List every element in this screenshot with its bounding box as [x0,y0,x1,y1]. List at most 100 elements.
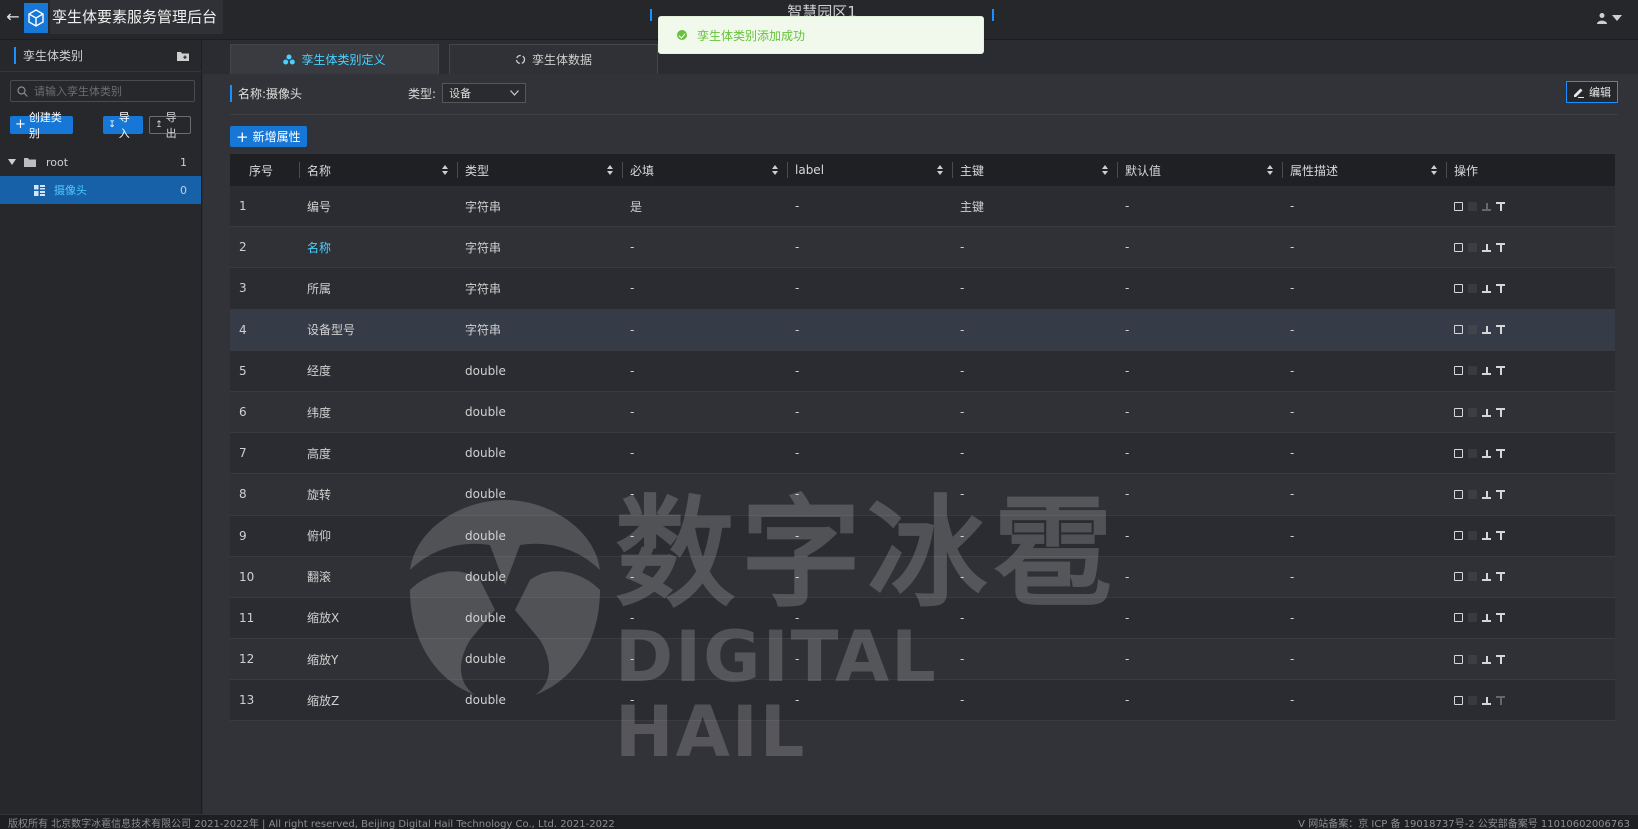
copy-icon[interactable] [1454,366,1463,376]
type-select[interactable]: 设备 [442,83,527,103]
header-primary-key[interactable]: 主键 [952,154,1117,186]
move-top-icon[interactable] [1496,242,1505,252]
copy-icon[interactable] [1454,572,1463,582]
move-up-icon[interactable] [1482,572,1491,582]
delete-icon[interactable] [1468,366,1477,376]
move-up-icon[interactable] [1482,613,1491,623]
table-row[interactable]: 11 缩放X double - - - - - [230,597,1615,640]
cell-default: - [1125,652,1130,667]
copy-icon[interactable] [1454,448,1463,458]
copy-icon[interactable] [1454,531,1463,541]
delete-icon[interactable] [1468,407,1477,417]
copy-icon[interactable] [1454,613,1463,623]
table-row[interactable]: 7 高度 double - - - - - [230,433,1615,475]
delete-icon[interactable] [1468,283,1477,293]
move-top-icon[interactable] [1496,572,1505,582]
tab-twin-data[interactable]: 孪生体数据 [449,44,658,74]
move-up-icon[interactable] [1482,325,1491,335]
table-row[interactable]: 8 旋转 double - - - - - [230,474,1615,516]
copy-icon[interactable] [1454,201,1463,211]
move-up-icon[interactable] [1482,243,1491,252]
sort-icon[interactable] [937,165,944,175]
sort-icon[interactable] [772,165,779,175]
cell-required: - [630,652,635,667]
folder-add-icon[interactable] [177,51,189,61]
move-top-icon[interactable] [1496,283,1505,293]
move-up-icon[interactable] [1482,449,1491,458]
move-up-icon[interactable] [1482,696,1491,705]
create-category-button[interactable]: + 创建类别 [10,111,74,140]
move-up-icon[interactable] [1482,366,1491,376]
copy-icon[interactable] [1454,242,1463,252]
table-row[interactable]: 6 纬度 double - - - - - [230,391,1615,434]
sort-icon[interactable] [1102,165,1109,175]
add-attribute-button[interactable]: + 新增属性 [230,126,307,147]
back-arrow-icon[interactable]: ← [4,8,22,26]
move-up-icon[interactable] [1482,284,1491,293]
move-up-icon[interactable] [1482,531,1491,541]
copy-icon[interactable] [1454,325,1463,335]
delete-icon[interactable] [1468,613,1477,623]
export-button[interactable]: ↥ 导出 [149,111,192,140]
move-top-icon[interactable] [1496,201,1505,211]
move-top-icon[interactable] [1496,325,1505,335]
delete-icon[interactable] [1468,695,1477,705]
export-icon: ↥ [155,120,163,130]
delete-icon[interactable] [1468,654,1477,664]
table-row[interactable]: 4 设备型号 字符串 - - - - - [230,309,1615,351]
header-name[interactable]: 名称 [299,154,457,186]
move-top-icon[interactable] [1496,407,1505,417]
move-top-icon[interactable] [1496,531,1505,541]
table-row[interactable]: 5 经度 double - - - - - [230,350,1615,392]
delete-icon[interactable] [1468,242,1477,252]
delete-icon[interactable] [1468,489,1477,499]
delete-icon[interactable] [1468,325,1477,335]
table-row[interactable]: 10 翻滚 double - - - - - [230,556,1615,598]
header-label-col[interactable]: label [787,154,952,186]
table-row[interactable]: 2 名称 字符串 - - - - - [230,227,1615,269]
move-up-icon[interactable] [1482,655,1491,664]
tab-category-definition[interactable]: 孪生体类别定义 [230,44,439,74]
move-top-icon[interactable] [1496,448,1505,458]
copy-icon[interactable] [1454,407,1463,417]
move-top-icon[interactable] [1496,695,1505,705]
delete-icon[interactable] [1468,572,1477,582]
caret-down-icon[interactable] [8,159,16,165]
copy-icon[interactable] [1454,489,1463,499]
header-type[interactable]: 类型 [457,154,622,186]
import-button[interactable]: ↧ 导入 [103,111,144,140]
move-top-icon[interactable] [1496,613,1505,623]
move-top-icon[interactable] [1496,366,1505,376]
tree-node-root[interactable]: root 1 [0,148,201,176]
table-row[interactable]: 1 编号 字符串 是 - 主键 - - [230,186,1615,228]
sort-icon[interactable] [607,165,614,175]
copy-icon[interactable] [1454,654,1463,664]
move-top-icon[interactable] [1496,654,1505,664]
user-menu[interactable] [1596,12,1622,24]
sort-icon[interactable] [442,165,449,175]
copy-icon[interactable] [1454,695,1463,705]
move-up-icon[interactable] [1482,202,1491,211]
delete-icon[interactable] [1468,531,1477,541]
header-description[interactable]: 属性描述 [1282,154,1446,186]
table-row[interactable]: 12 缩放Y double - - - - - [230,639,1615,681]
sort-icon[interactable] [1431,165,1438,175]
delete-icon[interactable] [1468,448,1477,458]
cell-default: - [1125,569,1130,584]
category-search[interactable] [10,80,195,102]
header-default[interactable]: 默认值 [1117,154,1282,186]
sort-icon[interactable] [1267,165,1274,175]
copy-icon[interactable] [1454,283,1463,293]
tree-node-camera[interactable]: 摄像头 0 [0,176,201,204]
table-row[interactable]: 13 缩放Z double - - - - - [230,680,1615,722]
search-input[interactable] [34,84,184,98]
move-up-icon[interactable] [1482,490,1491,499]
move-up-icon[interactable] [1482,408,1491,417]
table-row[interactable]: 3 所属 字符串 - - - - - [230,268,1615,310]
table-row[interactable]: 9 俯仰 double - - - - - [230,515,1615,557]
cell-name: 缩放Y [307,652,339,667]
delete-icon[interactable] [1468,201,1477,211]
header-required[interactable]: 必填 [622,154,787,186]
edit-button[interactable]: 编辑 [1566,81,1618,103]
move-top-icon[interactable] [1496,489,1505,499]
